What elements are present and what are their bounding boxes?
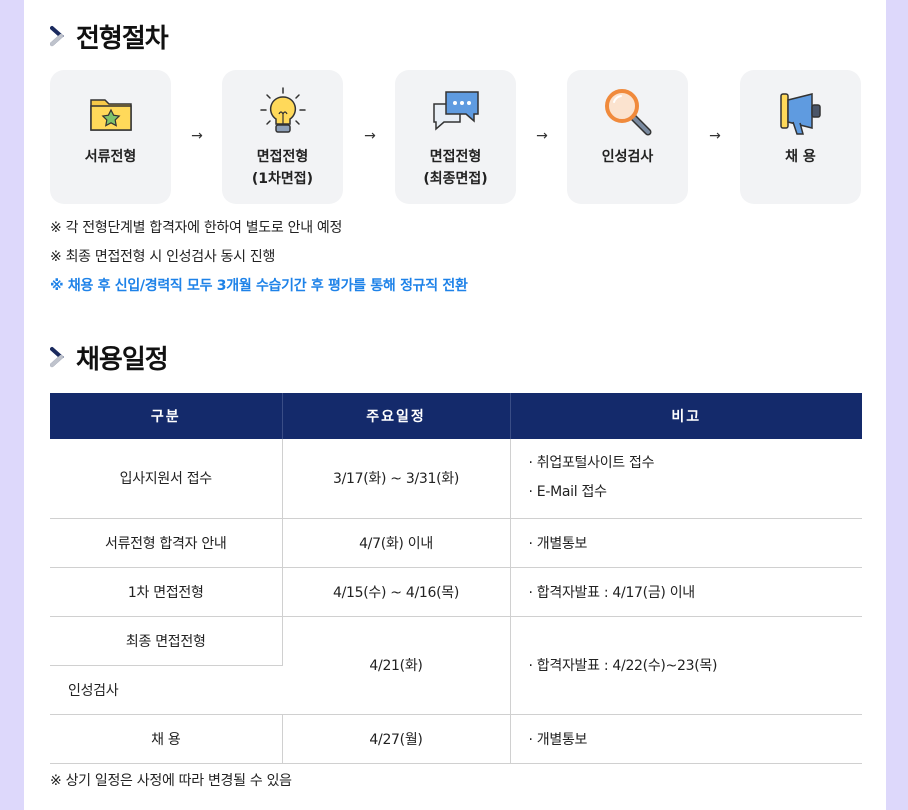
arrow-icon: → <box>191 128 203 144</box>
step-hiring: 채 용 <box>740 70 861 204</box>
step-final-interview: 면접전형 (최종면접) <box>395 70 516 204</box>
arrow-icon: → <box>364 128 376 144</box>
table-header-row: 구분 주요일정 비고 <box>50 393 862 439</box>
schedule-footnote: ※ 상기 일정은 사정에 따라 변경될 수 있음 <box>50 773 292 789</box>
step-document-screening: 서류전형 <box>50 70 171 204</box>
table-row: 서류전형 합격자 안내 4/7(화) 이내 · 개별통보 <box>50 518 862 568</box>
process-note: ※ 최종 면접전형 시 인성검사 동시 진행 <box>50 249 276 265</box>
header-note: 비고 <box>510 393 862 439</box>
table-row: 채 용 4/27(월) · 개별통보 <box>50 714 862 764</box>
content-page: 전형절차 서류전형 → 면접전형 (1차면접) → 면접전형 (최종면접) → … <box>24 0 886 810</box>
cell-date: 4/15(수) ~ 4/16(목) <box>282 567 511 617</box>
step-personality-test: 인성검사 <box>567 70 688 204</box>
section-title-process: 전형절차 <box>50 16 169 56</box>
process-note-highlight: ※ 채용 후 신입/경력직 모두 3개월 수습기간 후 평가를 통해 정규직 전… <box>50 278 468 294</box>
cell-note: · 합격자발표 : 4/17(금) 이내 <box>510 567 862 617</box>
chat-bubbles-icon <box>432 91 479 131</box>
lightbulb-icon <box>259 87 306 133</box>
folder-star-icon <box>89 99 132 131</box>
step-label: 면접전형 (1차면접) <box>251 149 314 187</box>
schedule-table: 구분 주요일정 비고 입사지원서 접수 3/17(화) ~ 3/31(화) · … <box>50 393 862 764</box>
process-steps: 서류전형 → 면접전형 (1차면접) → 면접전형 (최종면접) → 인성검사 … <box>50 70 862 204</box>
chevron-mark-icon <box>50 347 65 367</box>
step-label: 서류전형 <box>84 149 137 165</box>
arrow-icon: → <box>709 128 721 144</box>
cell-category: 1차 면접전형 <box>50 567 283 617</box>
cell-date: 4/7(화) 이내 <box>282 518 511 568</box>
cell-category: 입사지원서 접수 <box>50 439 283 519</box>
schedule-title: 채용일정 <box>76 344 169 375</box>
step-label: 인성검사 <box>601 149 654 165</box>
arrow-icon: → <box>536 128 548 144</box>
cell-date: 3/17(화) ~ 3/31(화) <box>282 439 511 519</box>
step-first-interview: 면접전형 (1차면접) <box>222 70 343 204</box>
process-note: ※ 각 전형단계별 합격자에 한하여 별도로 안내 예정 <box>50 220 343 236</box>
cell-date: 4/21(화) <box>282 616 511 715</box>
cell-note: · 개별통보 <box>510 518 862 568</box>
cell-category: 서류전형 합격자 안내 <box>50 518 283 568</box>
magnifier-icon <box>604 89 651 136</box>
table-row: 입사지원서 접수 3/17(화) ~ 3/31(화) · 취업포털사이트 접수 … <box>50 439 862 519</box>
chevron-mark-icon <box>50 26 65 46</box>
cell-category: 최종 면접전형 <box>50 616 283 666</box>
cell-category: 인성검사 <box>50 665 282 715</box>
header-date: 주요일정 <box>282 393 511 439</box>
step-label: 면접전형 (최종면접) <box>423 149 488 187</box>
cell-note: · 취업포털사이트 접수 · E-Mail 접수 <box>510 439 862 519</box>
header-category: 구분 <box>50 393 283 439</box>
step-label: 채 용 <box>785 149 816 165</box>
section-title-schedule: 채용일정 <box>50 337 169 377</box>
note-line: · 취업포털사이트 접수 <box>528 455 655 472</box>
cell-note: · 합격자발표 : 4/22(수)~23(목) <box>510 616 862 715</box>
note-line: · E-Mail 접수 <box>528 484 607 501</box>
cell-note: · 개별통보 <box>510 714 862 764</box>
process-title: 전형절차 <box>76 23 169 54</box>
cell-date: 4/27(월) <box>282 714 511 764</box>
table-row: 최종 면접전형 4/21(화) · 합격자발표 : 4/22(수)~23(목) <box>50 616 862 715</box>
megaphone-icon <box>779 93 821 135</box>
cell-category: 채 용 <box>50 714 283 764</box>
table-row: 1차 면접전형 4/15(수) ~ 4/16(목) · 합격자발표 : 4/17… <box>50 567 862 617</box>
